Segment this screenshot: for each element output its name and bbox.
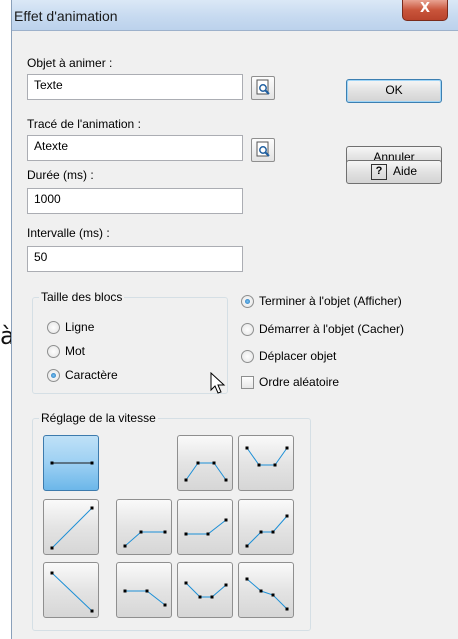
speed-preset-fall-middle-rise[interactable] (177, 562, 233, 618)
speed-curve-icon (245, 446, 289, 467)
path-browse-button[interactable] (251, 138, 275, 162)
block-size-legend: Taille des blocs (39, 290, 125, 304)
radio-label: Démarrer à l'objet (Cacher) (259, 322, 405, 336)
speed-curve-icon (245, 577, 289, 611)
radio-deplacer[interactable]: Déplacer objet (241, 347, 336, 365)
speed-curve-icon (245, 514, 289, 548)
speed-curve-icon (123, 530, 167, 548)
title-bar: Effet d'animation X (12, 0, 458, 31)
speed-curve-icon (50, 506, 94, 550)
radio-indicator (47, 320, 60, 334)
radio-indicator (241, 349, 254, 363)
interval-input[interactable]: 50 (27, 246, 243, 272)
radio-indicator (47, 344, 60, 358)
speed-curve-icon (184, 581, 228, 599)
help-button[interactable]: ? Aide (346, 160, 442, 184)
duration-label: Durée (ms) : (27, 168, 94, 182)
speed-curve-icon (123, 589, 167, 607)
object-browse-button[interactable] (251, 76, 275, 100)
object-label: Objet à animer : (27, 56, 113, 70)
speed-legend: Réglage de la vitesse (39, 411, 158, 425)
checkbox-indicator (241, 375, 254, 389)
speed-curve-icon (50, 571, 94, 613)
help-icon: ? (370, 163, 387, 180)
duration-input[interactable]: 1000 (27, 188, 243, 214)
speed-preset-late-flat-rise[interactable] (116, 499, 172, 555)
help-label: Aide (392, 164, 418, 178)
speed-preset-flat-then-rise[interactable] (177, 499, 233, 555)
path-input[interactable]: Atexte (27, 135, 243, 161)
window-title: Effet d'animation (14, 8, 118, 24)
speed-preset-rise-steps[interactable] (238, 499, 294, 555)
object-input[interactable]: Texte (27, 74, 243, 100)
speed-preset-constant[interactable] (43, 435, 99, 491)
speed-preset-linear-fall[interactable] (43, 562, 99, 618)
radio-label: Ligne (65, 320, 95, 334)
close-icon: X (419, 1, 431, 16)
dialog-window: Effet d'animation X Objet à animer : Tex… (11, 0, 458, 639)
radio-label: Caractère (65, 368, 118, 382)
speed-preset-flat-then-fall[interactable] (116, 562, 172, 618)
radio-label: Déplacer objet (259, 349, 337, 363)
random-order-checkbox[interactable]: Ordre aléatoire (241, 373, 339, 391)
speed-curve-icon (184, 461, 228, 482)
speed-curve-icon (50, 461, 94, 465)
radio-caractere[interactable]: Caractère (47, 366, 118, 384)
browse-icon (256, 79, 270, 95)
browse-icon (256, 141, 270, 157)
radio-ligne[interactable]: Ligne (47, 318, 94, 336)
speed-curve-icon (184, 518, 228, 536)
ok-button[interactable]: OK (346, 79, 442, 103)
radio-label: Mot (65, 344, 86, 358)
radio-indicator (241, 294, 254, 308)
interval-label: Intervalle (ms) : (27, 226, 110, 240)
radio-terminer[interactable]: Terminer à l'objet (Afficher) (241, 292, 402, 310)
radio-mot[interactable]: Mot (47, 342, 85, 360)
mouse-cursor-icon (210, 372, 226, 394)
radio-indicator (241, 322, 254, 336)
speed-preset-dip[interactable] (238, 435, 294, 491)
radio-label: Terminer à l'objet (Afficher) (259, 294, 402, 308)
speed-preset-fall-steps[interactable] (238, 562, 294, 618)
speed-preset-rise-plateau-fall[interactable] (177, 435, 233, 491)
speed-preset-linear-rise[interactable] (43, 499, 99, 555)
close-button[interactable]: X (402, 0, 448, 21)
checkbox-label: Ordre aléatoire (259, 375, 340, 389)
radio-indicator (47, 368, 60, 382)
radio-demarrer[interactable]: Démarrer à l'objet (Cacher) (241, 320, 404, 338)
path-label: Tracé de l'animation : (27, 117, 141, 131)
